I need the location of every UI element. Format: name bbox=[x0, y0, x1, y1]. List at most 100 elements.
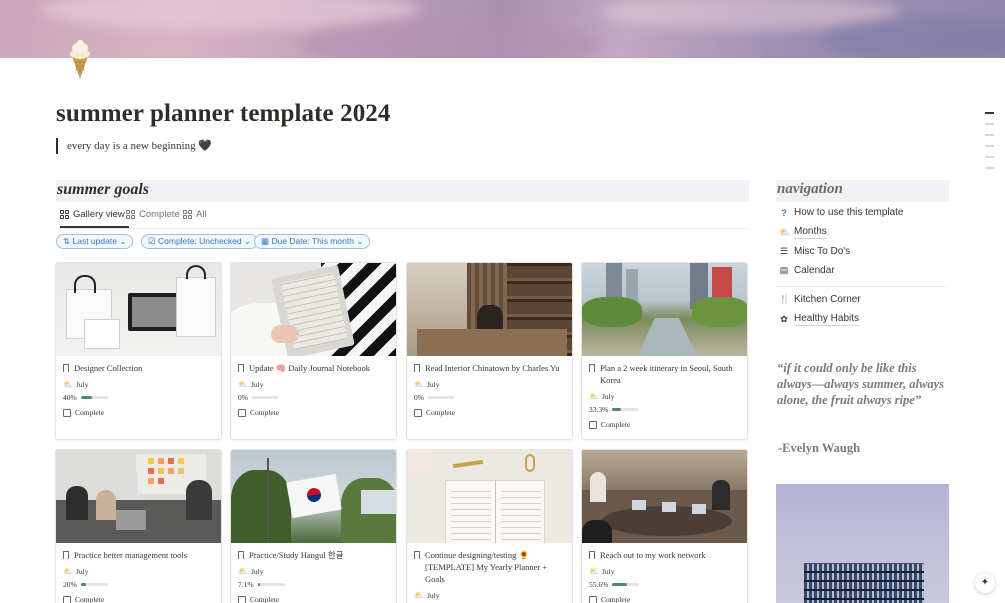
cloud-sun-icon: ⛅ bbox=[63, 567, 73, 576]
card-month: July bbox=[426, 380, 440, 389]
card-cover-image bbox=[407, 263, 572, 356]
progress-percent: 20% bbox=[63, 580, 77, 589]
checkbox-icon: ☑ bbox=[148, 236, 156, 246]
complete-label: Complete bbox=[75, 595, 105, 603]
nav-link-label: Healthy Habits bbox=[794, 313, 860, 326]
active-tab-underline bbox=[60, 226, 129, 228]
page-subtitle[interactable]: every day is a new beginning 🖤 bbox=[56, 138, 212, 154]
nav-link-kitchen-corner[interactable]: 🍴 Kitchen Corner bbox=[779, 294, 861, 305]
chevron-down-icon: ⌄ bbox=[119, 236, 127, 246]
complete-checkbox[interactable] bbox=[238, 408, 246, 417]
nav-link-healthy-habits[interactable]: ✿ Healthy Habits bbox=[779, 313, 860, 326]
nav-link-months[interactable]: ⛅ Months bbox=[779, 226, 827, 239]
nav-link-how-to-use[interactable]: ? How to use this template bbox=[779, 207, 903, 218]
progress-bar bbox=[80, 583, 108, 586]
toc-line[interactable] bbox=[985, 134, 994, 136]
goal-card-study-hangul[interactable]: Practice/Study Hangul 한글 ⛅ July 7.1% Comp… bbox=[230, 449, 397, 603]
page-title[interactable]: summer planner template 2024 bbox=[56, 100, 391, 128]
cloud-sun-icon: ⛅ bbox=[63, 380, 73, 389]
tab-label: Complete bbox=[139, 209, 180, 220]
card-title: Reach out to my work network bbox=[600, 550, 706, 560]
gallery-icon bbox=[126, 210, 135, 219]
progress-percent: 7.1% bbox=[238, 580, 254, 589]
tab-gallery-view[interactable]: Gallery view bbox=[60, 209, 129, 228]
filter-due-date-chip[interactable]: ▦ Due Date: This month ⌄ bbox=[254, 234, 371, 249]
nav-link-label: Kitchen Corner bbox=[794, 294, 861, 305]
goal-card-read-interior-chinatown[interactable]: Read Interior Chinatown by Charles Yu ⛅ J… bbox=[406, 262, 573, 440]
nav-link-label: Calendar bbox=[794, 265, 835, 276]
card-month: July bbox=[601, 392, 615, 401]
tab-complete[interactable]: Complete bbox=[126, 209, 180, 220]
progress-bar bbox=[612, 583, 640, 586]
card-cover-image bbox=[56, 263, 221, 356]
nav-link-label: Misc To Do's bbox=[794, 246, 851, 257]
chevron-down-icon: ⌄ bbox=[356, 236, 364, 246]
cloud-sun-icon: ⛅ bbox=[414, 591, 424, 600]
goal-card-work-network[interactable]: Reach out to my work network ⛅ July 55.6%… bbox=[581, 449, 748, 603]
question-icon: ? bbox=[781, 207, 787, 218]
progress-bar bbox=[252, 396, 279, 399]
bookmark-icon bbox=[414, 364, 420, 372]
goal-card-seoul-itinerary[interactable]: Plan a 2 week itinerary in Seoul, South … bbox=[581, 262, 748, 440]
progress-bar bbox=[612, 408, 640, 411]
list-icon: ☰ bbox=[779, 246, 789, 256]
nav-link-misc-todos[interactable]: ☰ Misc To Do's bbox=[779, 246, 850, 257]
summer-goals-heading: summer goals bbox=[56, 180, 749, 202]
page-cover[interactable] bbox=[0, 0, 1005, 58]
complete-checkbox[interactable] bbox=[63, 595, 71, 603]
card-cover-image bbox=[56, 450, 221, 543]
tab-all[interactable]: All bbox=[183, 209, 207, 220]
toc-line[interactable] bbox=[985, 156, 994, 158]
complete-checkbox[interactable] bbox=[589, 420, 597, 429]
progress-percent: 55.6% bbox=[589, 580, 609, 589]
navigation-heading-text: navigation bbox=[777, 181, 843, 197]
progress-bar bbox=[257, 583, 285, 586]
calendar-icon: ▤ bbox=[779, 265, 789, 275]
filter-complete-chip[interactable]: ☑ Complete: Unchecked ⌄ bbox=[141, 234, 259, 249]
goal-card-management-tools[interactable]: Practice better management tools ⛅ July 2… bbox=[55, 449, 222, 603]
toc-line[interactable] bbox=[985, 145, 994, 147]
complete-checkbox[interactable] bbox=[238, 595, 246, 603]
card-title: Practice better management tools bbox=[74, 550, 188, 560]
progress-bar bbox=[80, 396, 108, 399]
building-photo bbox=[776, 484, 949, 603]
progress-percent: 33.3% bbox=[589, 405, 609, 414]
evelyn-waugh-quote[interactable]: “if it could only be like this always—al… bbox=[777, 360, 949, 408]
gallery-icon bbox=[60, 210, 69, 219]
ai-assistant-button[interactable]: ✦ bbox=[975, 573, 995, 593]
complete-checkbox[interactable] bbox=[414, 408, 422, 417]
toc-line[interactable] bbox=[985, 112, 994, 114]
table-of-contents-indicator[interactable] bbox=[985, 112, 994, 178]
bookmark-icon bbox=[238, 551, 244, 559]
sparkle-icon: ✦ bbox=[980, 577, 990, 588]
bookmark-icon bbox=[414, 551, 420, 559]
goal-card-daily-journal[interactable]: Update 🧠 Daily Journal Notebook ⛅ July 0%… bbox=[230, 262, 397, 440]
bookmark-icon bbox=[238, 364, 244, 372]
cloud-sun-icon: ⛅ bbox=[238, 380, 248, 389]
toc-line[interactable] bbox=[985, 123, 994, 125]
ice-cream-icon[interactable] bbox=[62, 34, 98, 80]
chip-label: Last update bbox=[72, 236, 117, 246]
calendar-icon: ▦ bbox=[261, 236, 270, 246]
goal-card-designer-collection[interactable]: Designer Collection ⛅ July 40% Complete bbox=[55, 262, 222, 440]
sort-last-update-chip[interactable]: ⇅ Last update ⌄ bbox=[56, 234, 134, 249]
card-month: July bbox=[601, 567, 615, 576]
quote-author[interactable]: -Evelyn Waugh bbox=[778, 441, 860, 456]
toc-line[interactable] bbox=[985, 167, 994, 169]
chip-label: Complete: Unchecked bbox=[158, 236, 242, 246]
nav-link-calendar[interactable]: ▤ Calendar bbox=[779, 265, 835, 276]
progress-percent: 40% bbox=[63, 393, 77, 402]
complete-label: Complete bbox=[426, 408, 456, 417]
card-cover-image bbox=[582, 263, 747, 356]
card-title: Designer Collection bbox=[74, 363, 143, 373]
database-view-tabs: Gallery view Complete All bbox=[56, 207, 749, 229]
complete-checkbox[interactable] bbox=[63, 408, 71, 417]
card-cover-image bbox=[407, 450, 572, 543]
goal-card-yearly-planner[interactable]: Continue designing/testing 🌻 [TEMPLATE] … bbox=[406, 449, 573, 603]
complete-checkbox[interactable] bbox=[589, 595, 597, 603]
card-month: July bbox=[426, 591, 440, 600]
sort-arrow-icon: ⇅ bbox=[63, 236, 71, 246]
bookmark-icon bbox=[63, 551, 69, 559]
progress-percent: 0% bbox=[238, 393, 248, 402]
card-month: July bbox=[75, 567, 89, 576]
